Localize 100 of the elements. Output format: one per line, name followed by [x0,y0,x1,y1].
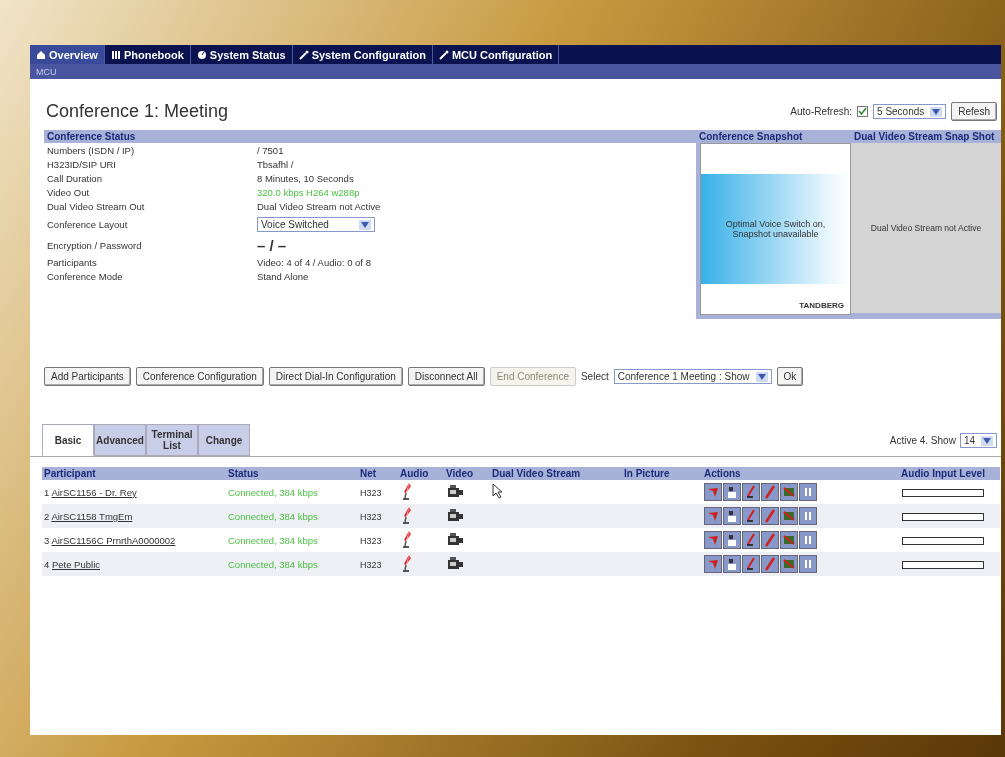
field-label: Call Duration [47,172,103,184]
column-header: Audio Input Level [886,467,1000,480]
field-label: H323ID/SIP URI [47,158,117,170]
conference-dropdown[interactable]: Conference 1 Meeting : Show [613,369,772,384]
column-header: Actions [702,467,886,480]
caret-icon[interactable] [359,219,371,230]
action-microphone-button[interactable] [742,555,760,573]
interval-dropdown[interactable]: 5 Seconds [873,104,947,119]
document-icon [725,557,739,571]
column-header: Audio [398,467,444,480]
column-header: Net [358,467,398,480]
refresh-button[interactable]: Refesh [951,102,997,121]
action-pause-button[interactable] [799,531,817,549]
caret-icon[interactable] [755,371,768,382]
participant-link[interactable]: 4 Pete Public [44,558,100,570]
show-dropdown[interactable]: 14 [959,433,997,448]
camera-icon [446,556,464,570]
logo: TANDBERG [799,301,844,310]
snapshot-message: Optimal Voice Switch on, Snapshot unavailable [724,219,827,239]
section-header: Conference Status [44,130,696,143]
microphone-icon [400,506,412,524]
column-header: Video [444,467,490,480]
column-header: Status [226,467,358,480]
ok-button[interactable]: Ok [776,367,804,386]
camera-icon [446,484,464,498]
snapshot-message: Dual Video Stream not Active [870,223,982,233]
field-value: Video: 4 of 4 / Audio: 0 of 8 [257,256,371,268]
tab[interactable]: Advanced [94,424,146,456]
wrench-icon [438,49,449,60]
document-icon [725,509,739,523]
field-value: – / – [257,237,287,254]
slash-icon [763,557,777,571]
net-text: H323 [360,535,382,546]
document-icon [725,485,739,499]
participant-link[interactable]: 3 AirSC1156C PrnrthA0000002 [44,534,176,546]
microphone-icon [744,485,758,499]
action-pause-button[interactable] [799,507,817,525]
net-text: H323 [360,511,382,522]
camera-icon [446,532,464,546]
tab[interactable]: Change [198,424,250,456]
breadcrumb[interactable]: MCU [36,66,57,77]
checkbox[interactable] [857,106,869,117]
action-button[interactable]: Disconnect All [407,367,485,386]
field-label: Encryption / Password [47,240,143,251]
microphone-icon [744,557,758,571]
tab[interactable]: Basic [42,424,94,456]
action-button[interactable]: Add Participants [44,367,131,386]
status-text: Connected, 384 kbps [228,534,318,546]
tab[interactable]: Terminal List [146,424,198,456]
home-icon [36,49,46,60]
status-text: Connected, 384 kbps [228,510,318,522]
field-label: Dual Video Stream Out [47,200,146,212]
action-document-button[interactable] [723,531,741,549]
action-document-button[interactable] [723,555,741,573]
action-microphone-button[interactable] [742,483,760,501]
page-title: Conference 1: Meeting [46,101,229,122]
caret-icon[interactable] [981,435,993,446]
field-label: Video Out [47,186,91,198]
slash-icon [763,485,777,499]
action-button[interactable]: Direct Dial-In Configuration [268,367,403,386]
action-screen-button[interactable] [780,531,798,549]
nav-tab[interactable]: Overview [30,45,105,64]
action-document-button[interactable] [723,483,741,501]
document-icon [725,533,739,547]
action-microphone-button[interactable] [742,531,760,549]
column-header: Participant [42,467,226,480]
action-document-button[interactable] [723,507,741,525]
wrench-icon [298,49,309,60]
participant-link[interactable]: 1 AirSC1156 - Dr. Rey [44,486,137,498]
field-label: Conference Layout [47,219,129,230]
slash-icon [763,509,777,523]
action-button[interactable]: Conference Configuration [135,367,264,386]
action-screen-button[interactable] [780,483,798,501]
column-header: In Picture [622,467,702,480]
microphone-icon [400,530,412,548]
field-value: Stand Alone [257,270,309,282]
show-label: Active 4. Show [889,435,956,446]
field-value: 320.0 kbps H264 w288p [257,186,360,198]
microphone-icon [744,533,758,547]
layout-dropdown[interactable]: Voice Switched [257,217,375,232]
action-screen-button[interactable] [780,507,798,525]
screen-icon [782,509,796,523]
field-value: Tbsafhl / [257,158,294,170]
field-label: Conference Mode [47,270,124,282]
action-microphone-button[interactable] [742,507,760,525]
select-label: Select [580,371,609,382]
screen-icon [782,533,796,547]
microphone-icon [400,482,412,500]
field-value: 8 Minutes, 10 Seconds [257,172,354,184]
caret-icon[interactable] [930,106,943,117]
action-screen-button[interactable] [780,555,798,573]
action-pause-button[interactable] [799,483,817,501]
slash-icon [763,533,777,547]
field-value: Dual Video Stream not Active [257,200,381,212]
action-pause-button[interactable] [799,555,817,573]
auto-refresh-label: Auto-Refresh: [790,106,853,117]
camera-icon [446,508,464,522]
status-text: Connected, 384 kbps [228,486,318,498]
net-text: H323 [360,487,382,498]
gauge-icon [196,49,207,60]
